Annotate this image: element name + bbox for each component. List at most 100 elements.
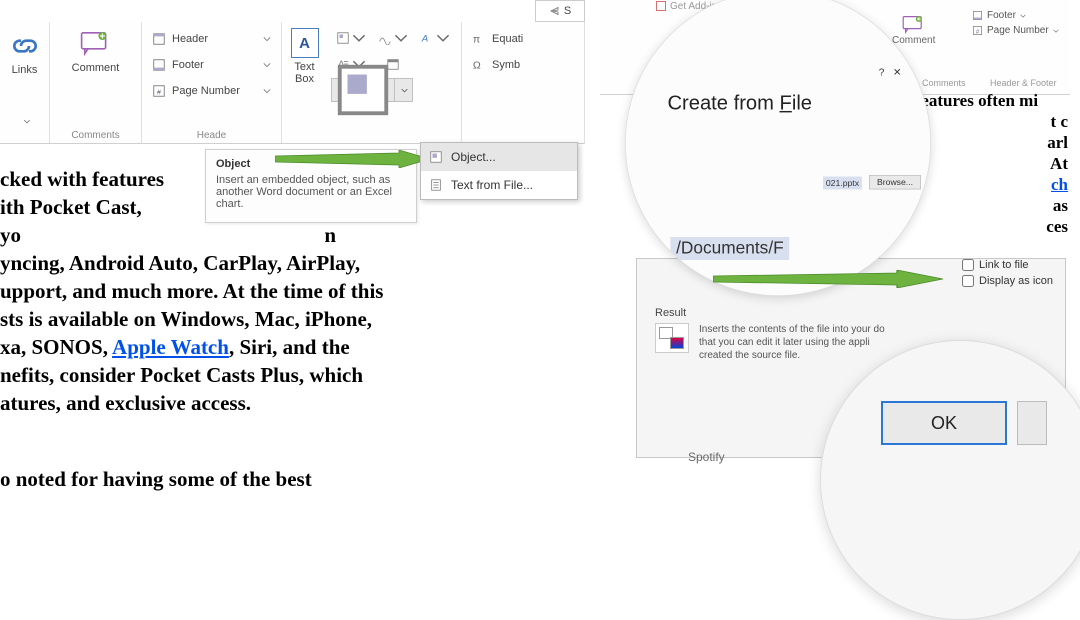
footer-button-right[interactable]: Footer (972, 10, 1059, 21)
ribbon-group-comments: Comment Comments (50, 22, 142, 143)
dialog-titlebar: ? ✕ (879, 66, 902, 78)
close-icon[interactable]: ✕ (893, 66, 901, 78)
quickparts-icon (336, 31, 350, 45)
doc-line-1: cked with features (0, 167, 164, 191)
equation-icon: π (472, 32, 486, 46)
signature-button[interactable] (373, 26, 413, 50)
headerfooter-group-right: Footer # Page Number (972, 10, 1059, 36)
doc-line-4: upport, and much more. At the time of th… (0, 279, 383, 303)
menu-item-object-label: Object... (451, 150, 496, 164)
wordart-button[interactable]: A (415, 26, 455, 50)
header-button[interactable]: Header (148, 26, 275, 52)
chevron-down-icon (263, 61, 271, 69)
thumbnail-label-spotify: Spotify (688, 450, 725, 464)
object-icon (332, 59, 394, 121)
link-to-file-checkbox[interactable]: Link to file (962, 259, 1053, 271)
heading-post: ile (792, 92, 812, 114)
cancel-button[interactable] (1017, 401, 1047, 445)
display-as-icon-checkbox[interactable]: Display as icon (962, 275, 1053, 287)
page-number-icon: # (152, 84, 166, 98)
ribbon: Links Comment Comments Header Footer # (0, 22, 585, 144)
annotation-arrow (275, 150, 430, 168)
menu-item-object[interactable]: Object... (421, 143, 577, 171)
textbox-button[interactable]: A Text Box (288, 26, 321, 102)
object-dropdown-menu: Object... Text from File... (420, 142, 578, 200)
file-name-field[interactable]: 021.pptx (823, 176, 862, 189)
menu-item-text-from-file[interactable]: Text from File... (421, 171, 577, 199)
chevron-down-icon (394, 31, 408, 45)
result-text: Inserts the contents of the file into yo… (699, 323, 885, 362)
tab-create-from-file[interactable]: Create from File (667, 92, 812, 115)
svg-text:#: # (157, 90, 161, 97)
doc-line-6b: , Siri, and the (229, 335, 350, 359)
comment-button-right[interactable]: Comment (892, 15, 935, 46)
header-icon (152, 32, 166, 46)
tooltip-body: Insert an embedded object, such as anoth… (216, 174, 392, 210)
footer-label-right: Footer (987, 10, 1016, 21)
links-label: Links (6, 64, 43, 76)
right-word-window: Get Add-ins Links Comment Footer # Page … (600, 0, 1070, 530)
magnifier-bottom: OK (820, 340, 1080, 620)
object-split-button[interactable] (331, 78, 413, 102)
doc-line-5: sts is available on Windows, Mac, iPhone… (0, 307, 372, 331)
page-number-button-right[interactable]: # Page Number (972, 25, 1059, 36)
object-main[interactable] (332, 79, 394, 101)
group-title-headerfooter: Heade (142, 130, 281, 141)
chevron-down-icon (263, 35, 271, 43)
quickparts-button[interactable] (331, 26, 371, 50)
equation-button[interactable]: π Equati (468, 26, 578, 52)
textbox-label: Text Box (294, 61, 314, 85)
addins-icon (655, 0, 667, 12)
result-label: Result (655, 307, 1015, 319)
comment-button[interactable]: Comment (72, 26, 120, 74)
symbol-label: Symb (492, 59, 520, 71)
symbol-button[interactable]: Ω Symb (468, 52, 578, 78)
blank-mini (415, 52, 455, 76)
group-title-comments-right: Comments (911, 78, 976, 88)
help-icon[interactable]: ? (879, 66, 885, 78)
chevron-down-icon (1053, 28, 1059, 34)
page-number-button[interactable]: # Page Number (148, 78, 275, 104)
chevron-down-icon (436, 31, 450, 45)
doc-line-6a: xa, SONOS, (0, 335, 112, 359)
footer-icon (972, 10, 983, 21)
page-number-icon: # (972, 25, 983, 36)
dialog-options: Link to file Display as icon (962, 259, 1053, 287)
signature-icon (378, 31, 392, 45)
doc-para-2: o noted for having some of the best (0, 465, 455, 493)
comment-icon (80, 30, 112, 58)
symbol-icon: Ω (472, 58, 486, 72)
text-from-file-icon (429, 178, 443, 192)
doc-link-apple-watch[interactable]: Apple Watch (112, 335, 229, 359)
textbox-icon: A (291, 28, 319, 58)
chevron-down-icon (263, 87, 271, 95)
browse-button[interactable]: Browse... (869, 175, 921, 189)
magnifier-top: ? ✕ Create from File 021.pptx Browse... … (625, 0, 931, 296)
ribbon-group-links: Links (0, 22, 50, 143)
file-path-display: /Documents/F (670, 237, 789, 260)
wordart-icon: A (420, 31, 434, 45)
links-button[interactable] (9, 30, 41, 62)
annotation-arrow (713, 270, 943, 288)
comment-label-right: Comment (892, 35, 935, 46)
footer-label: Footer (172, 59, 204, 71)
heading-underline: F (780, 92, 792, 114)
ribbon-group-headerfooter: Header Footer # Page Number Heade (142, 22, 282, 143)
equation-label: Equati (492, 33, 523, 45)
page-number-label: Page Number (172, 85, 240, 97)
svg-text:π: π (473, 34, 480, 46)
chevron-down-icon (352, 31, 366, 45)
footer-button[interactable]: Footer (148, 52, 275, 78)
comment-icon (902, 15, 926, 35)
ok-button[interactable]: OK (881, 401, 1007, 445)
doc-line-2b: n (324, 223, 336, 247)
footer-icon (152, 58, 166, 72)
share-button[interactable]: S (535, 0, 585, 22)
heading-pre: Create from (667, 92, 779, 114)
chevron-down-icon (1020, 13, 1026, 19)
left-word-window: S Links Comment Comments Header (0, 0, 585, 554)
group-title-hf-right: Header & Footer (977, 78, 1070, 88)
svg-text:A: A (421, 34, 428, 45)
object-dropdown[interactable] (394, 79, 412, 101)
display-as-icon-label: Display as icon (979, 275, 1053, 287)
